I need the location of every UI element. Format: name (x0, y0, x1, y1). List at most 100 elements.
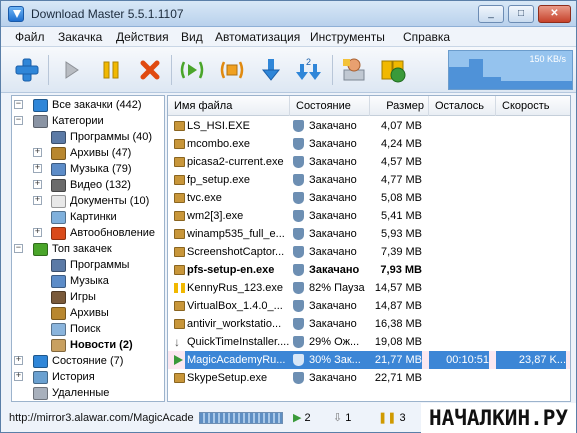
cell-left (429, 333, 489, 351)
shield-icon (293, 228, 304, 240)
table-row[interactable]: fp_setup.exe Закачано 4,77 MB (168, 171, 570, 189)
shield-icon (293, 372, 304, 384)
menu-help[interactable]: Справка (403, 30, 450, 44)
active-arrow-icon: ▶ (293, 412, 302, 424)
table-row[interactable]: wm2[3].exe Закачано 5,41 MB (168, 207, 570, 225)
expand-icon[interactable]: + (14, 356, 23, 365)
tree-item[interactable]: История (33, 369, 95, 385)
column-header-left[interactable]: Осталось (429, 96, 496, 116)
menu-view[interactable]: Вид (181, 30, 203, 44)
scheduler-button[interactable] (378, 55, 408, 85)
tree-item[interactable]: Игры (51, 289, 96, 305)
cell-speed (496, 315, 566, 333)
cell-size: 4,07 MB (381, 120, 422, 132)
table-row[interactable]: picasa2-current.exe Закачано 4,57 MB (168, 153, 570, 171)
expand-icon[interactable]: + (33, 148, 42, 157)
menu-automation[interactable]: Автоматизация (215, 30, 300, 44)
start-all-button[interactable] (177, 55, 207, 85)
column-header-size[interactable]: Размер (370, 96, 429, 116)
collapse-icon[interactable]: − (14, 100, 23, 109)
tree-item[interactable]: Архивы (47) (51, 145, 131, 161)
maximize-button[interactable]: □ (508, 5, 534, 23)
history-icon (33, 370, 48, 384)
autoupdate-icon (51, 226, 66, 240)
table-row[interactable]: SkypeSetup.exe Закачано 22,71 MB (168, 369, 570, 387)
expand-icon[interactable]: + (33, 228, 42, 237)
menu-download[interactable]: Закачка (58, 30, 102, 44)
cell-size: 22,71 MB (374, 372, 422, 384)
stop-all-icon (220, 61, 244, 79)
tree-item[interactable]: Топ закачек (33, 241, 112, 257)
tree-item[interactable]: Новости (2) (51, 337, 133, 353)
table-row[interactable]: ScreenshotCaptor... Закачано 7,39 MB (168, 243, 570, 261)
expand-icon[interactable]: + (33, 180, 42, 189)
site-manager-button[interactable] (339, 55, 369, 85)
tree-item[interactable]: Видео (132) (51, 177, 131, 193)
menu-file[interactable]: Файл (15, 30, 45, 44)
tree-item[interactable]: Категории (33, 113, 104, 129)
menu-tools[interactable]: Инструменты (310, 30, 385, 44)
shield-icon (293, 336, 304, 348)
tree-item[interactable]: Поиск (51, 321, 100, 337)
pause-button[interactable] (96, 55, 126, 85)
table-row[interactable]: VirtualBox_1.4.0_... Закачано 14,87 MB (168, 297, 570, 315)
table-row[interactable]: tvc.exe Закачано 5,08 MB (168, 189, 570, 207)
cell-left (429, 225, 489, 243)
tree-item[interactable]: Картинки (51, 209, 117, 225)
cell-speed (496, 135, 566, 153)
tree-item[interactable]: Удаленные (33, 385, 109, 401)
table-row[interactable]: ↓ QuickTimeInstaller.... 29% Ож... 19,08 MB (168, 333, 570, 351)
expand-icon[interactable]: + (14, 372, 23, 381)
column-header-state[interactable]: Состояние (290, 96, 370, 116)
minimize-button[interactable]: _ (478, 5, 504, 23)
cell-name: pfs-setup-en.exe (187, 264, 275, 276)
table-row[interactable]: LS_HSI.EXE Закачано 4,07 MB (168, 117, 570, 135)
queued-count-value: 1 (345, 412, 352, 424)
table-row[interactable]: KennyRus_123.exe 82% Пауза 14,57 MB (168, 279, 570, 297)
tree-item[interactable]: Музыка (79) (51, 161, 132, 177)
column-header-name[interactable]: Имя файла (168, 96, 290, 116)
add-download-button[interactable] (12, 55, 42, 85)
close-button[interactable]: ✕ (538, 5, 571, 23)
table-row[interactable]: pfs-setup-en.exe Закачано 7,93 MB (168, 261, 570, 279)
expand-icon[interactable]: + (33, 196, 42, 205)
stop-all-button[interactable] (217, 55, 247, 85)
cell-speed (496, 117, 566, 135)
tree-item[interactable]: Все закачки (442) (33, 97, 142, 113)
tree-item-label: Автообновление (70, 227, 156, 239)
table-row[interactable]: antivir_workstatio... Закачано 16,38 MB (168, 315, 570, 333)
cell-speed (496, 369, 566, 387)
tree-item[interactable]: Программы (40) (51, 129, 152, 145)
table-row[interactable]: winamp535_full_e... Закачано 5,93 MB (168, 225, 570, 243)
cell-name: fp_setup.exe (187, 174, 250, 186)
collapse-icon[interactable]: − (14, 244, 23, 253)
table-row[interactable]: MagicAcademyRu... 30% Зак... 21,77 MB 00:10… (168, 351, 570, 369)
cell-left (429, 369, 489, 387)
download-button[interactable] (256, 55, 286, 85)
tree-item[interactable]: Документы (10) (51, 193, 149, 209)
column-header-speed[interactable]: Скорость (496, 96, 570, 116)
paused-icon: ❚❚ (378, 412, 397, 424)
cell-speed (496, 333, 566, 351)
active-count-value: 2 (304, 412, 311, 424)
cell-state: Закачано (309, 210, 357, 222)
table-row[interactable]: mcombo.exe Закачано 4,24 MB (168, 135, 570, 153)
shield-icon (293, 318, 304, 330)
app-window: Download Master 5.5.1.1107 _ □ ✕ Файл За… (0, 0, 577, 433)
cell-left (429, 135, 489, 153)
tree-item[interactable]: Автообновление (51, 225, 155, 241)
tree-item[interactable]: Программы (51, 257, 129, 273)
resume-button[interactable] (56, 55, 86, 85)
download-queue-button[interactable]: 2 (294, 55, 324, 85)
collapse-icon[interactable]: − (14, 116, 23, 125)
tree-item[interactable]: Архивы (51, 305, 109, 321)
menu-actions[interactable]: Действия (116, 30, 169, 44)
tree-item[interactable]: Музыка (51, 273, 109, 289)
expand-icon[interactable]: + (33, 164, 42, 173)
tree-item[interactable]: Состояние (7) (33, 353, 123, 369)
cell-left: 00:10:51 (429, 351, 489, 369)
shield-icon (293, 120, 304, 132)
cell-speed (496, 225, 566, 243)
cell-size: 7,39 MB (381, 246, 422, 258)
delete-button[interactable] (135, 55, 165, 85)
